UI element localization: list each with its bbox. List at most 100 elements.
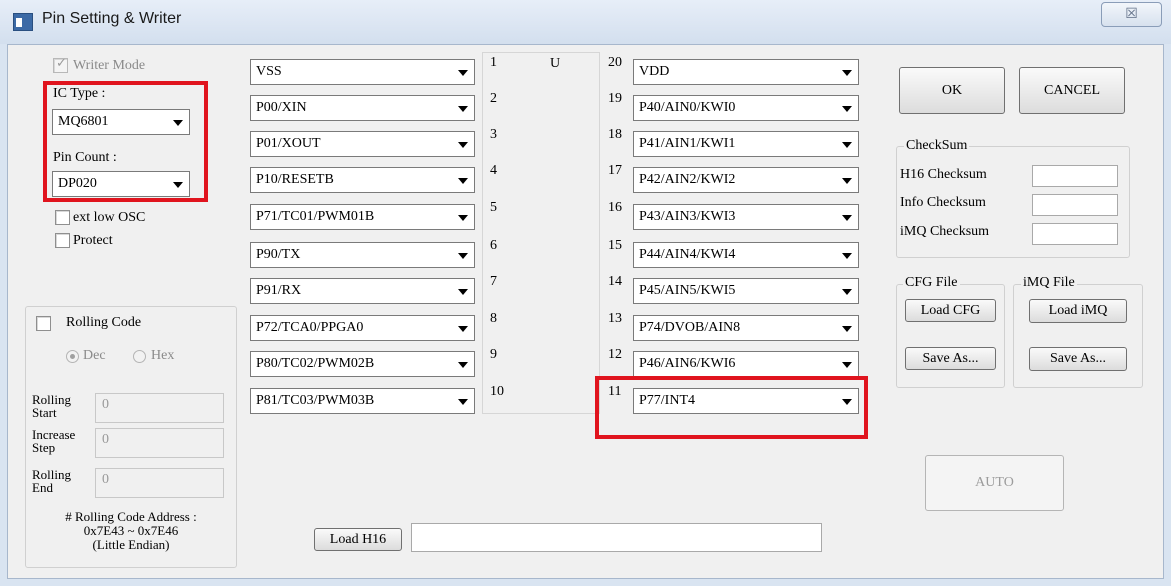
pin-13-select[interactable]: P74/DVOB/AIN8 bbox=[633, 315, 859, 341]
rolling-code-address: # Rolling Code Address :0x7E43 ~ 0x7E46(… bbox=[65, 509, 197, 552]
chevron-down-icon bbox=[458, 142, 468, 148]
pin-12-select[interactable]: P46/AIN6/KWI6 bbox=[633, 351, 859, 377]
pin-2-select[interactable]: P00/XIN bbox=[250, 95, 475, 121]
chevron-down-icon bbox=[458, 362, 468, 368]
pin-function-value: P81/TC03/PWM03B bbox=[256, 393, 375, 408]
pin-number: 18 bbox=[608, 127, 622, 142]
pin-function-value: VSS bbox=[256, 64, 282, 79]
pin-20-select[interactable]: VDD bbox=[633, 59, 859, 85]
load-cfg-button[interactable]: Load CFG bbox=[905, 299, 996, 322]
chevron-down-icon bbox=[842, 215, 852, 221]
pin-number: 8 bbox=[490, 311, 497, 326]
imq-file-title: iMQ File bbox=[1021, 275, 1077, 291]
pin-function-value: P10/RESETB bbox=[256, 172, 334, 187]
imq-save-as-button[interactable]: Save As... bbox=[1029, 347, 1127, 371]
pin-number: 10 bbox=[490, 384, 504, 399]
radio-dec[interactable] bbox=[66, 350, 79, 363]
pin-number: 20 bbox=[608, 55, 622, 70]
pin-function-value: VDD bbox=[639, 64, 670, 79]
close-icon: ☒ bbox=[1125, 6, 1138, 22]
radio-hex[interactable] bbox=[133, 350, 146, 363]
pin-function-value: P01/XOUT bbox=[256, 136, 321, 151]
h16-checksum-field bbox=[1032, 165, 1118, 187]
chevron-down-icon bbox=[842, 106, 852, 112]
pin-function-value: P42/AIN2/KWI2 bbox=[639, 172, 736, 187]
protect-label: Protect bbox=[73, 233, 113, 248]
cfg-save-as-button[interactable]: Save As... bbox=[905, 347, 996, 370]
pin11-highlight bbox=[595, 376, 868, 439]
pin-3-select[interactable]: P01/XOUT bbox=[250, 131, 475, 157]
pin-10-select[interactable]: P81/TC03/PWM03B bbox=[250, 388, 475, 414]
chevron-down-icon bbox=[458, 399, 468, 405]
ext-low-osc-checkbox[interactable] bbox=[55, 210, 70, 225]
protect-checkbox[interactable] bbox=[55, 233, 70, 248]
window-title: Pin Setting & Writer bbox=[42, 10, 182, 27]
auto-button[interactable]: AUTO bbox=[925, 455, 1064, 511]
load-imq-button[interactable]: Load iMQ bbox=[1029, 299, 1127, 323]
info-checksum-label: Info Checksum bbox=[900, 195, 986, 210]
pin-count-value: DP020 bbox=[58, 176, 97, 191]
pin-7-select[interactable]: P91/RX bbox=[250, 278, 475, 304]
pin-5-select[interactable]: P71/TC01/PWM01B bbox=[250, 204, 475, 230]
checksum-title: CheckSum bbox=[904, 138, 970, 154]
pin-number: 15 bbox=[608, 238, 622, 253]
ic-type-value: MQ6801 bbox=[58, 114, 109, 129]
pin-18-select[interactable]: P41/AIN1/KWI1 bbox=[633, 131, 859, 157]
pin-function-value: P46/AIN6/KWI6 bbox=[639, 356, 736, 371]
ext-low-osc-label: ext low OSC bbox=[73, 210, 146, 225]
pin-16-select[interactable]: P43/AIN3/KWI3 bbox=[633, 204, 859, 230]
pin-count-select[interactable]: DP020 bbox=[52, 171, 190, 197]
chevron-down-icon bbox=[842, 253, 852, 259]
cancel-button[interactable]: CANCEL bbox=[1019, 67, 1125, 114]
checkmark-icon: ✓ bbox=[56, 56, 67, 71]
close-button[interactable]: ☒ bbox=[1101, 2, 1162, 27]
chevron-down-icon bbox=[842, 70, 852, 76]
pin-number: 5 bbox=[490, 200, 497, 215]
pin-1-select[interactable]: VSS bbox=[250, 59, 475, 85]
chevron-down-icon bbox=[842, 289, 852, 295]
chevron-down-icon bbox=[173, 120, 183, 126]
rolling-end-input[interactable]: 0 bbox=[95, 468, 224, 498]
ic-type-select[interactable]: MQ6801 bbox=[52, 109, 190, 135]
pin-number: 17 bbox=[608, 163, 622, 178]
increase-step-label: Increase Step bbox=[32, 427, 76, 455]
pin-number: 16 bbox=[608, 200, 622, 215]
pin-number: 9 bbox=[490, 347, 497, 362]
increase-step-input[interactable]: 0 bbox=[95, 428, 224, 458]
chevron-down-icon bbox=[173, 182, 183, 188]
pin-4-select[interactable]: P10/RESETB bbox=[250, 167, 475, 193]
chevron-down-icon bbox=[842, 178, 852, 184]
rolling-code-checkbox[interactable] bbox=[36, 316, 51, 331]
pin-19-select[interactable]: P40/AIN0/KWI0 bbox=[633, 95, 859, 121]
pin-count-label: Pin Count : bbox=[53, 150, 117, 165]
pin-number: 13 bbox=[608, 311, 622, 326]
pin-number: 14 bbox=[608, 274, 622, 289]
pin-17-select[interactable]: P42/AIN2/KWI2 bbox=[633, 167, 859, 193]
chevron-down-icon bbox=[458, 289, 468, 295]
imq-checksum-field bbox=[1032, 223, 1118, 245]
h16-checksum-label: H16 Checksum bbox=[900, 167, 987, 182]
h16-path-input[interactable] bbox=[411, 523, 822, 552]
pin-function-value: P43/AIN3/KWI3 bbox=[639, 209, 736, 224]
pin-6-select[interactable]: P90/TX bbox=[250, 242, 475, 268]
chevron-down-icon bbox=[458, 178, 468, 184]
radio-hex-label: Hex bbox=[151, 348, 175, 363]
pin-number: 19 bbox=[608, 91, 622, 106]
pin-15-select[interactable]: P44/AIN4/KWI4 bbox=[633, 242, 859, 268]
load-h16-button[interactable]: Load H16 bbox=[314, 528, 402, 551]
chevron-down-icon bbox=[458, 253, 468, 259]
pin-14-select[interactable]: P45/AIN5/KWI5 bbox=[633, 278, 859, 304]
pin-function-value: P72/TCA0/PPGA0 bbox=[256, 320, 364, 335]
pin-8-select[interactable]: P72/TCA0/PPGA0 bbox=[250, 315, 475, 341]
chevron-down-icon bbox=[458, 215, 468, 221]
pin-number: 1 bbox=[490, 55, 497, 70]
ok-button[interactable]: OK bbox=[899, 67, 1005, 114]
rolling-start-input[interactable]: 0 bbox=[95, 393, 224, 423]
pin-function-value: P90/TX bbox=[256, 247, 301, 262]
rolling-end-label: Rolling End bbox=[32, 467, 72, 495]
chevron-down-icon bbox=[458, 326, 468, 332]
pin-function-value: P41/AIN1/KWI1 bbox=[639, 136, 736, 151]
writer-mode-checkbox[interactable]: ✓ bbox=[53, 56, 68, 73]
pin-9-select[interactable]: P80/TC02/PWM02B bbox=[250, 351, 475, 377]
rolling-start-label: Rolling Start bbox=[32, 392, 72, 420]
